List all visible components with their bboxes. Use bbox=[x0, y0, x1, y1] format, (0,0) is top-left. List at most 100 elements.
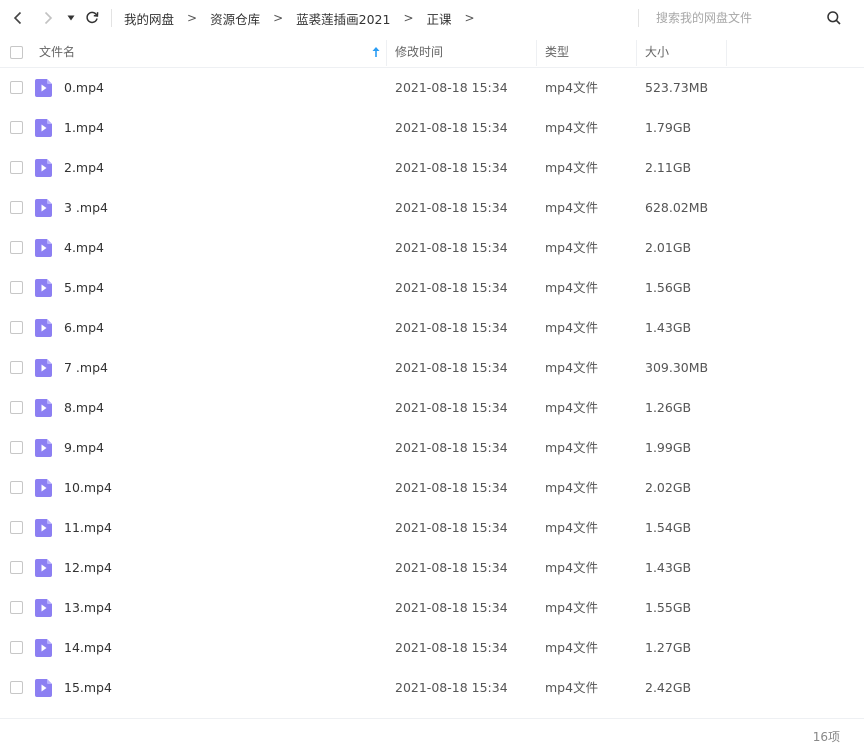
sort-ascending-icon[interactable] bbox=[371, 46, 381, 58]
row-checkbox[interactable] bbox=[10, 481, 23, 494]
video-file-icon bbox=[35, 319, 52, 337]
file-row[interactable]: 12.mp4 2021-08-18 15:34 mp4文件 1.43GB bbox=[0, 548, 864, 588]
video-file-icon bbox=[35, 519, 52, 537]
video-file-icon bbox=[35, 439, 52, 457]
file-name[interactable]: 14.mp4 bbox=[64, 628, 112, 668]
file-row[interactable]: 8.mp4 2021-08-18 15:34 mp4文件 1.26GB bbox=[0, 388, 864, 428]
file-name[interactable]: 7 .mp4 bbox=[64, 348, 108, 388]
row-checkbox[interactable] bbox=[10, 81, 23, 94]
column-divider[interactable] bbox=[726, 40, 727, 66]
file-row[interactable]: 9.mp4 2021-08-18 15:34 mp4文件 1.99GB bbox=[0, 428, 864, 468]
file-modified-time: 2021-08-18 15:34 bbox=[395, 640, 508, 655]
row-checkbox[interactable] bbox=[10, 601, 23, 614]
history-dropdown-button[interactable] bbox=[62, 8, 80, 28]
file-size: 1.55GB bbox=[645, 600, 692, 615]
file-row[interactable]: 1.mp4 2021-08-18 15:34 mp4文件 1.79GB bbox=[0, 108, 864, 148]
file-row[interactable]: 3 .mp4 2021-08-18 15:34 mp4文件 628.02MB bbox=[0, 188, 864, 228]
video-file-icon bbox=[35, 679, 52, 697]
refresh-icon bbox=[86, 11, 99, 24]
file-row[interactable]: 2.mp4 2021-08-18 15:34 mp4文件 2.11GB bbox=[0, 148, 864, 188]
row-checkbox[interactable] bbox=[10, 281, 23, 294]
file-row[interactable]: 15.mp4 2021-08-18 15:34 mp4文件 2.42GB bbox=[0, 668, 864, 708]
row-checkbox[interactable] bbox=[10, 561, 23, 574]
file-type: mp4文件 bbox=[545, 480, 599, 495]
breadcrumb-item-my-drive[interactable]: 我的网盘 bbox=[124, 9, 174, 28]
file-modified-time: 2021-08-18 15:34 bbox=[395, 200, 508, 215]
column-header-size[interactable]: 大小 bbox=[645, 37, 669, 67]
column-divider[interactable] bbox=[636, 40, 637, 66]
row-checkbox[interactable] bbox=[10, 241, 23, 254]
row-checkbox[interactable] bbox=[10, 521, 23, 534]
file-modified-time: 2021-08-18 15:34 bbox=[395, 240, 508, 255]
refresh-button[interactable] bbox=[82, 8, 102, 28]
file-name[interactable]: 5.mp4 bbox=[64, 268, 104, 308]
file-size: 2.11GB bbox=[645, 160, 692, 175]
item-count: 16项 bbox=[812, 730, 840, 744]
file-modified-time: 2021-08-18 15:34 bbox=[395, 440, 508, 455]
column-divider[interactable] bbox=[536, 40, 537, 66]
column-header-name[interactable]: 文件名 bbox=[39, 37, 75, 67]
file-name[interactable]: 12.mp4 bbox=[64, 548, 112, 588]
file-row[interactable]: 5.mp4 2021-08-18 15:34 mp4文件 1.56GB bbox=[0, 268, 864, 308]
file-row[interactable]: 13.mp4 2021-08-18 15:34 mp4文件 1.55GB bbox=[0, 588, 864, 628]
row-checkbox[interactable] bbox=[10, 441, 23, 454]
file-size: 2.42GB bbox=[645, 680, 692, 695]
file-modified-time: 2021-08-18 15:34 bbox=[395, 520, 508, 535]
column-divider[interactable] bbox=[386, 40, 387, 66]
file-list-header: 文件名 修改时间 类型 大小 bbox=[0, 37, 864, 68]
row-checkbox[interactable] bbox=[10, 121, 23, 134]
file-name[interactable]: 4.mp4 bbox=[64, 228, 104, 268]
breadcrumb-item-current[interactable]: 正课 bbox=[427, 9, 452, 28]
row-checkbox[interactable] bbox=[10, 201, 23, 214]
row-checkbox[interactable] bbox=[10, 361, 23, 374]
file-name[interactable]: 3 .mp4 bbox=[64, 188, 108, 228]
breadcrumb-separator[interactable]: > bbox=[465, 11, 475, 25]
file-modified-time: 2021-08-18 15:34 bbox=[395, 280, 508, 295]
file-name[interactable]: 6.mp4 bbox=[64, 308, 104, 348]
video-file-icon bbox=[35, 279, 52, 297]
file-row[interactable]: 11.mp4 2021-08-18 15:34 mp4文件 1.54GB bbox=[0, 508, 864, 548]
file-name[interactable]: 9.mp4 bbox=[64, 428, 104, 468]
row-checkbox[interactable] bbox=[10, 681, 23, 694]
file-row[interactable]: 14.mp4 2021-08-18 15:34 mp4文件 1.27GB bbox=[0, 628, 864, 668]
file-row[interactable]: 4.mp4 2021-08-18 15:34 mp4文件 2.01GB bbox=[0, 228, 864, 268]
file-row[interactable]: 6.mp4 2021-08-18 15:34 mp4文件 1.43GB bbox=[0, 308, 864, 348]
breadcrumb-item-course-folder[interactable]: 蓝裘莲插画2021 bbox=[296, 9, 390, 28]
file-modified-time: 2021-08-18 15:34 bbox=[395, 480, 508, 495]
video-file-icon bbox=[35, 359, 52, 377]
file-size: 1.43GB bbox=[645, 560, 692, 575]
file-name[interactable]: 10.mp4 bbox=[64, 468, 112, 508]
file-name[interactable]: 0.mp4 bbox=[64, 68, 104, 108]
row-checkbox[interactable] bbox=[10, 321, 23, 334]
select-all-checkbox[interactable] bbox=[10, 46, 23, 59]
video-file-icon bbox=[35, 399, 52, 417]
row-checkbox[interactable] bbox=[10, 401, 23, 414]
video-file-icon bbox=[35, 159, 52, 177]
file-name[interactable]: 11.mp4 bbox=[64, 508, 112, 548]
file-type: mp4文件 bbox=[545, 440, 599, 455]
search-icon[interactable] bbox=[826, 10, 842, 26]
back-button[interactable] bbox=[8, 8, 28, 28]
row-checkbox[interactable] bbox=[10, 161, 23, 174]
file-modified-time: 2021-08-18 15:34 bbox=[395, 160, 508, 175]
file-type: mp4文件 bbox=[545, 80, 599, 95]
forward-button[interactable] bbox=[38, 8, 58, 28]
file-name[interactable]: 8.mp4 bbox=[64, 388, 104, 428]
file-name[interactable]: 15.mp4 bbox=[64, 668, 112, 708]
file-type: mp4文件 bbox=[545, 200, 599, 215]
file-name[interactable]: 1.mp4 bbox=[64, 108, 104, 148]
column-header-type[interactable]: 类型 bbox=[545, 37, 569, 67]
file-modified-time: 2021-08-18 15:34 bbox=[395, 400, 508, 415]
file-row[interactable]: 0.mp4 2021-08-18 15:34 mp4文件 523.73MB bbox=[0, 68, 864, 108]
column-header-modified[interactable]: 修改时间 bbox=[395, 37, 443, 67]
search-input[interactable] bbox=[656, 6, 826, 30]
file-row[interactable]: 10.mp4 2021-08-18 15:34 mp4文件 2.02GB bbox=[0, 468, 864, 508]
row-checkbox[interactable] bbox=[10, 641, 23, 654]
file-name[interactable]: 2.mp4 bbox=[64, 148, 104, 188]
breadcrumb-item-resource-repo[interactable]: 资源仓库 bbox=[210, 9, 260, 28]
file-type: mp4文件 bbox=[545, 560, 599, 575]
file-size: 1.54GB bbox=[645, 520, 692, 535]
file-name[interactable]: 13.mp4 bbox=[64, 588, 112, 628]
file-row[interactable]: 7 .mp4 2021-08-18 15:34 mp4文件 309.30MB bbox=[0, 348, 864, 388]
breadcrumb-separator: > bbox=[187, 11, 198, 25]
